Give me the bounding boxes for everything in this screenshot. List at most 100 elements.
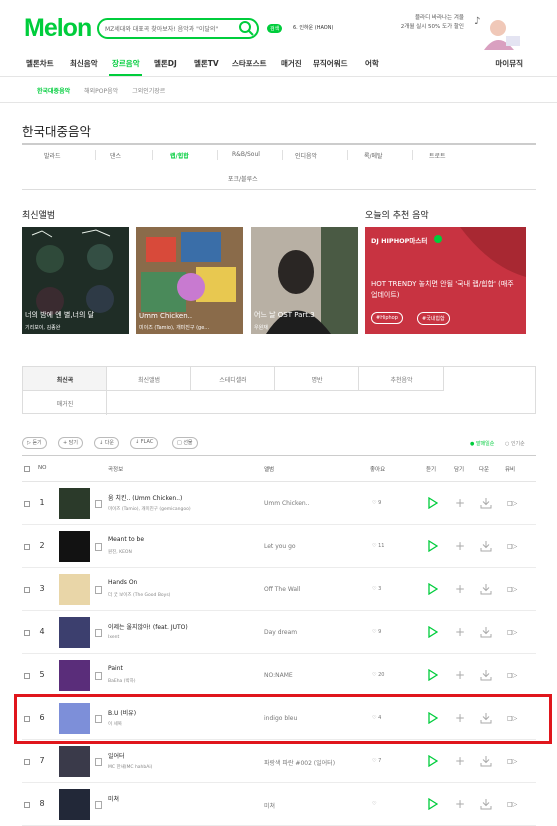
download-button[interactable]: ↓ 다운	[94, 437, 119, 449]
play-icon[interactable]	[428, 540, 438, 552]
user-info[interactable]: 6. 인하운 (HAON)	[293, 24, 333, 31]
row-album-thumb[interactable]	[59, 746, 90, 777]
play-icon[interactable]	[428, 798, 438, 810]
row-checkbox[interactable]	[24, 673, 30, 679]
row-song-title[interactable]: Meant to be	[108, 536, 144, 543]
row-like-button[interactable]: ♡ 7	[372, 758, 381, 764]
add-to-playlist-icon[interactable]: +	[455, 669, 465, 681]
song-info-icon[interactable]	[95, 500, 102, 508]
play-icon[interactable]	[428, 583, 438, 595]
row-album-thumb[interactable]	[59, 574, 90, 605]
row-like-button[interactable]: ♡ 11	[372, 543, 384, 549]
row-album[interactable]: Let you go	[264, 543, 296, 550]
download-icon[interactable]	[480, 669, 492, 681]
album-title[interactable]: 너의 밤에 엔 별,너의 달	[25, 310, 94, 320]
add-to-playlist-icon[interactable]: +	[455, 798, 465, 810]
row-song-title[interactable]: Paint	[108, 665, 123, 672]
flac-button[interactable]: ↓ FLAC	[130, 437, 159, 449]
rec-title[interactable]: HOT TRENDY 놓치면 안될 '국내 랩/힙합' (매주 업데이트)	[371, 279, 521, 301]
row-album-thumb[interactable]	[59, 789, 90, 820]
nav-chart[interactable]: 멜론차트	[26, 58, 70, 69]
row-checkbox[interactable]	[24, 587, 30, 593]
rec-dj-name[interactable]: DJ HIPHOP마스터	[371, 235, 427, 245]
song-info-icon[interactable]	[95, 586, 102, 594]
row-checkbox[interactable]	[24, 501, 30, 507]
add-to-playlist-icon[interactable]: +	[455, 583, 465, 595]
row-like-button[interactable]: ♡ 9	[372, 629, 381, 635]
row-album-thumb[interactable]	[59, 617, 90, 648]
recommended-card[interactable]: DJ HIPHOP마스터 HOT TRENDY 놓치면 안될 '국내 랩/힙합'…	[365, 227, 526, 334]
row-like-button[interactable]: ♡ 9	[372, 500, 381, 506]
nav-tv[interactable]: 멜론TV	[194, 58, 232, 69]
row-checkbox[interactable]	[24, 759, 30, 765]
genre-folk[interactable]: 포크/블루스	[228, 174, 258, 183]
download-icon[interactable]	[480, 497, 492, 509]
download-icon[interactable]	[480, 798, 492, 810]
album-card-2[interactable]: Umm Chicken.. 미이즈 (Tamio), 개미진구 (ge...	[136, 227, 243, 334]
album-artist[interactable]: 우원재	[254, 324, 268, 331]
search-badge[interactable]: 검색	[267, 24, 283, 33]
table-row[interactable]: 5 Paint BaEha (박하) NO:NAME ♡ 20 + □▷	[22, 654, 536, 697]
tab-latest-songs[interactable]: 최신곡	[23, 375, 107, 384]
album-card-1[interactable]: 너의 밤에 엔 별,너의 달 기리보이, 김종완	[22, 227, 129, 334]
mv-icon[interactable]: □▷	[507, 629, 517, 636]
tab-latest-albums[interactable]: 최신앨범	[107, 375, 191, 384]
mv-icon[interactable]: □▷	[507, 672, 517, 679]
play-icon[interactable]	[428, 626, 438, 638]
row-album[interactable]: NO:NAME	[264, 672, 293, 679]
genre-ballad[interactable]: 발라드	[44, 151, 61, 160]
sort-by-date[interactable]: ● 발매일순	[470, 440, 494, 447]
nav-music-award[interactable]: 뮤직어워드	[313, 58, 365, 69]
table-row[interactable]: 4 이제는 울지않아! (feat. JUTO) Ixent Day dream…	[22, 611, 536, 654]
select-all-checkbox[interactable]	[24, 466, 30, 472]
tab-classic-album[interactable]: 명반	[275, 375, 359, 384]
search-input[interactable]: MZ세대와 대표곡 찾아보자! 음악과 "이달의"	[97, 18, 259, 39]
rec-tag-korean-hiphop[interactable]: #국내힙합	[417, 312, 450, 325]
genre-rnb[interactable]: R&B/Soul	[232, 151, 260, 158]
row-album-thumb[interactable]	[59, 531, 90, 562]
nav-dj[interactable]: 멜론DJ	[154, 58, 194, 69]
table-row[interactable]: 8 미쳐 미쳐 ♡ + □▷	[22, 783, 536, 826]
download-icon[interactable]	[480, 626, 492, 638]
melon-logo[interactable]: Melon	[24, 14, 92, 43]
genre-hiphop[interactable]: 랩/힙합	[170, 151, 189, 160]
nav-magazine[interactable]: 매거진	[281, 58, 313, 69]
row-artist[interactable]: BaEha (박하)	[108, 678, 136, 684]
table-row[interactable]: 1 움 치킨.. (Umm Chicken..) 미이즈 (Tamio), 개미…	[22, 482, 536, 525]
nav-language[interactable]: 어학	[365, 58, 379, 69]
subnav-pop[interactable]: 해외POP음악	[84, 86, 118, 95]
album-artist[interactable]: 미이즈 (Tamio), 개미진구 (ge...	[139, 324, 209, 331]
add-to-playlist-icon[interactable]: +	[455, 540, 465, 552]
genre-indie[interactable]: 인디음악	[295, 151, 317, 160]
row-song-title[interactable]: 움 치킨.. (Umm Chicken..)	[108, 493, 182, 502]
mv-icon[interactable]: □▷	[507, 543, 517, 550]
genre-rock[interactable]: 록/메탈	[364, 151, 383, 160]
row-album[interactable]: 파랑색 파란 #002 (일어터)	[264, 758, 335, 767]
nav-new-music[interactable]: 최신음악	[70, 58, 112, 69]
rec-tag-hiphop[interactable]: #Hiphop	[371, 312, 403, 324]
promo-illustration[interactable]: ♪	[470, 10, 522, 52]
row-song-title[interactable]: Hands On	[108, 579, 137, 586]
download-icon[interactable]	[480, 583, 492, 595]
tab-recommended[interactable]: 추천음악	[359, 375, 444, 384]
row-artist[interactable]: 미이즈 (Tamio), 개미진구 (gemicangoo)	[108, 506, 191, 512]
table-row[interactable]: 3 Hands On 더 굿 보이즈 (The Good Boys) Off T…	[22, 568, 536, 611]
row-like-button[interactable]: ♡ 3	[372, 586, 381, 592]
gift-button[interactable]: □ 선물	[172, 437, 198, 449]
row-album[interactable]: Umm Chicken..	[264, 500, 310, 507]
nav-my-music[interactable]: 마이뮤직	[495, 58, 523, 69]
row-song-title[interactable]: 일어터	[108, 751, 125, 760]
subnav-korean[interactable]: 한국대중음악	[37, 86, 70, 95]
row-like-button[interactable]: ♡ 20	[372, 672, 384, 678]
row-album[interactable]: 미쳐	[264, 801, 275, 810]
sort-by-popularity[interactable]: ○ 인기순	[505, 440, 525, 447]
album-artist[interactable]: 기리보이, 김종완	[25, 324, 60, 331]
song-info-icon[interactable]	[95, 801, 102, 809]
album-title[interactable]: 어느 날 OST Part.3	[254, 310, 315, 320]
album-title[interactable]: Umm Chicken..	[139, 312, 192, 320]
table-row[interactable]: 2 Meant to be 원진, KEON Let you go ♡ 11 +…	[22, 525, 536, 568]
row-artist[interactable]: Ixent	[108, 635, 119, 640]
row-checkbox[interactable]	[24, 630, 30, 636]
song-info-icon[interactable]	[95, 672, 102, 680]
listen-button[interactable]: ▷ 듣기	[22, 437, 47, 449]
